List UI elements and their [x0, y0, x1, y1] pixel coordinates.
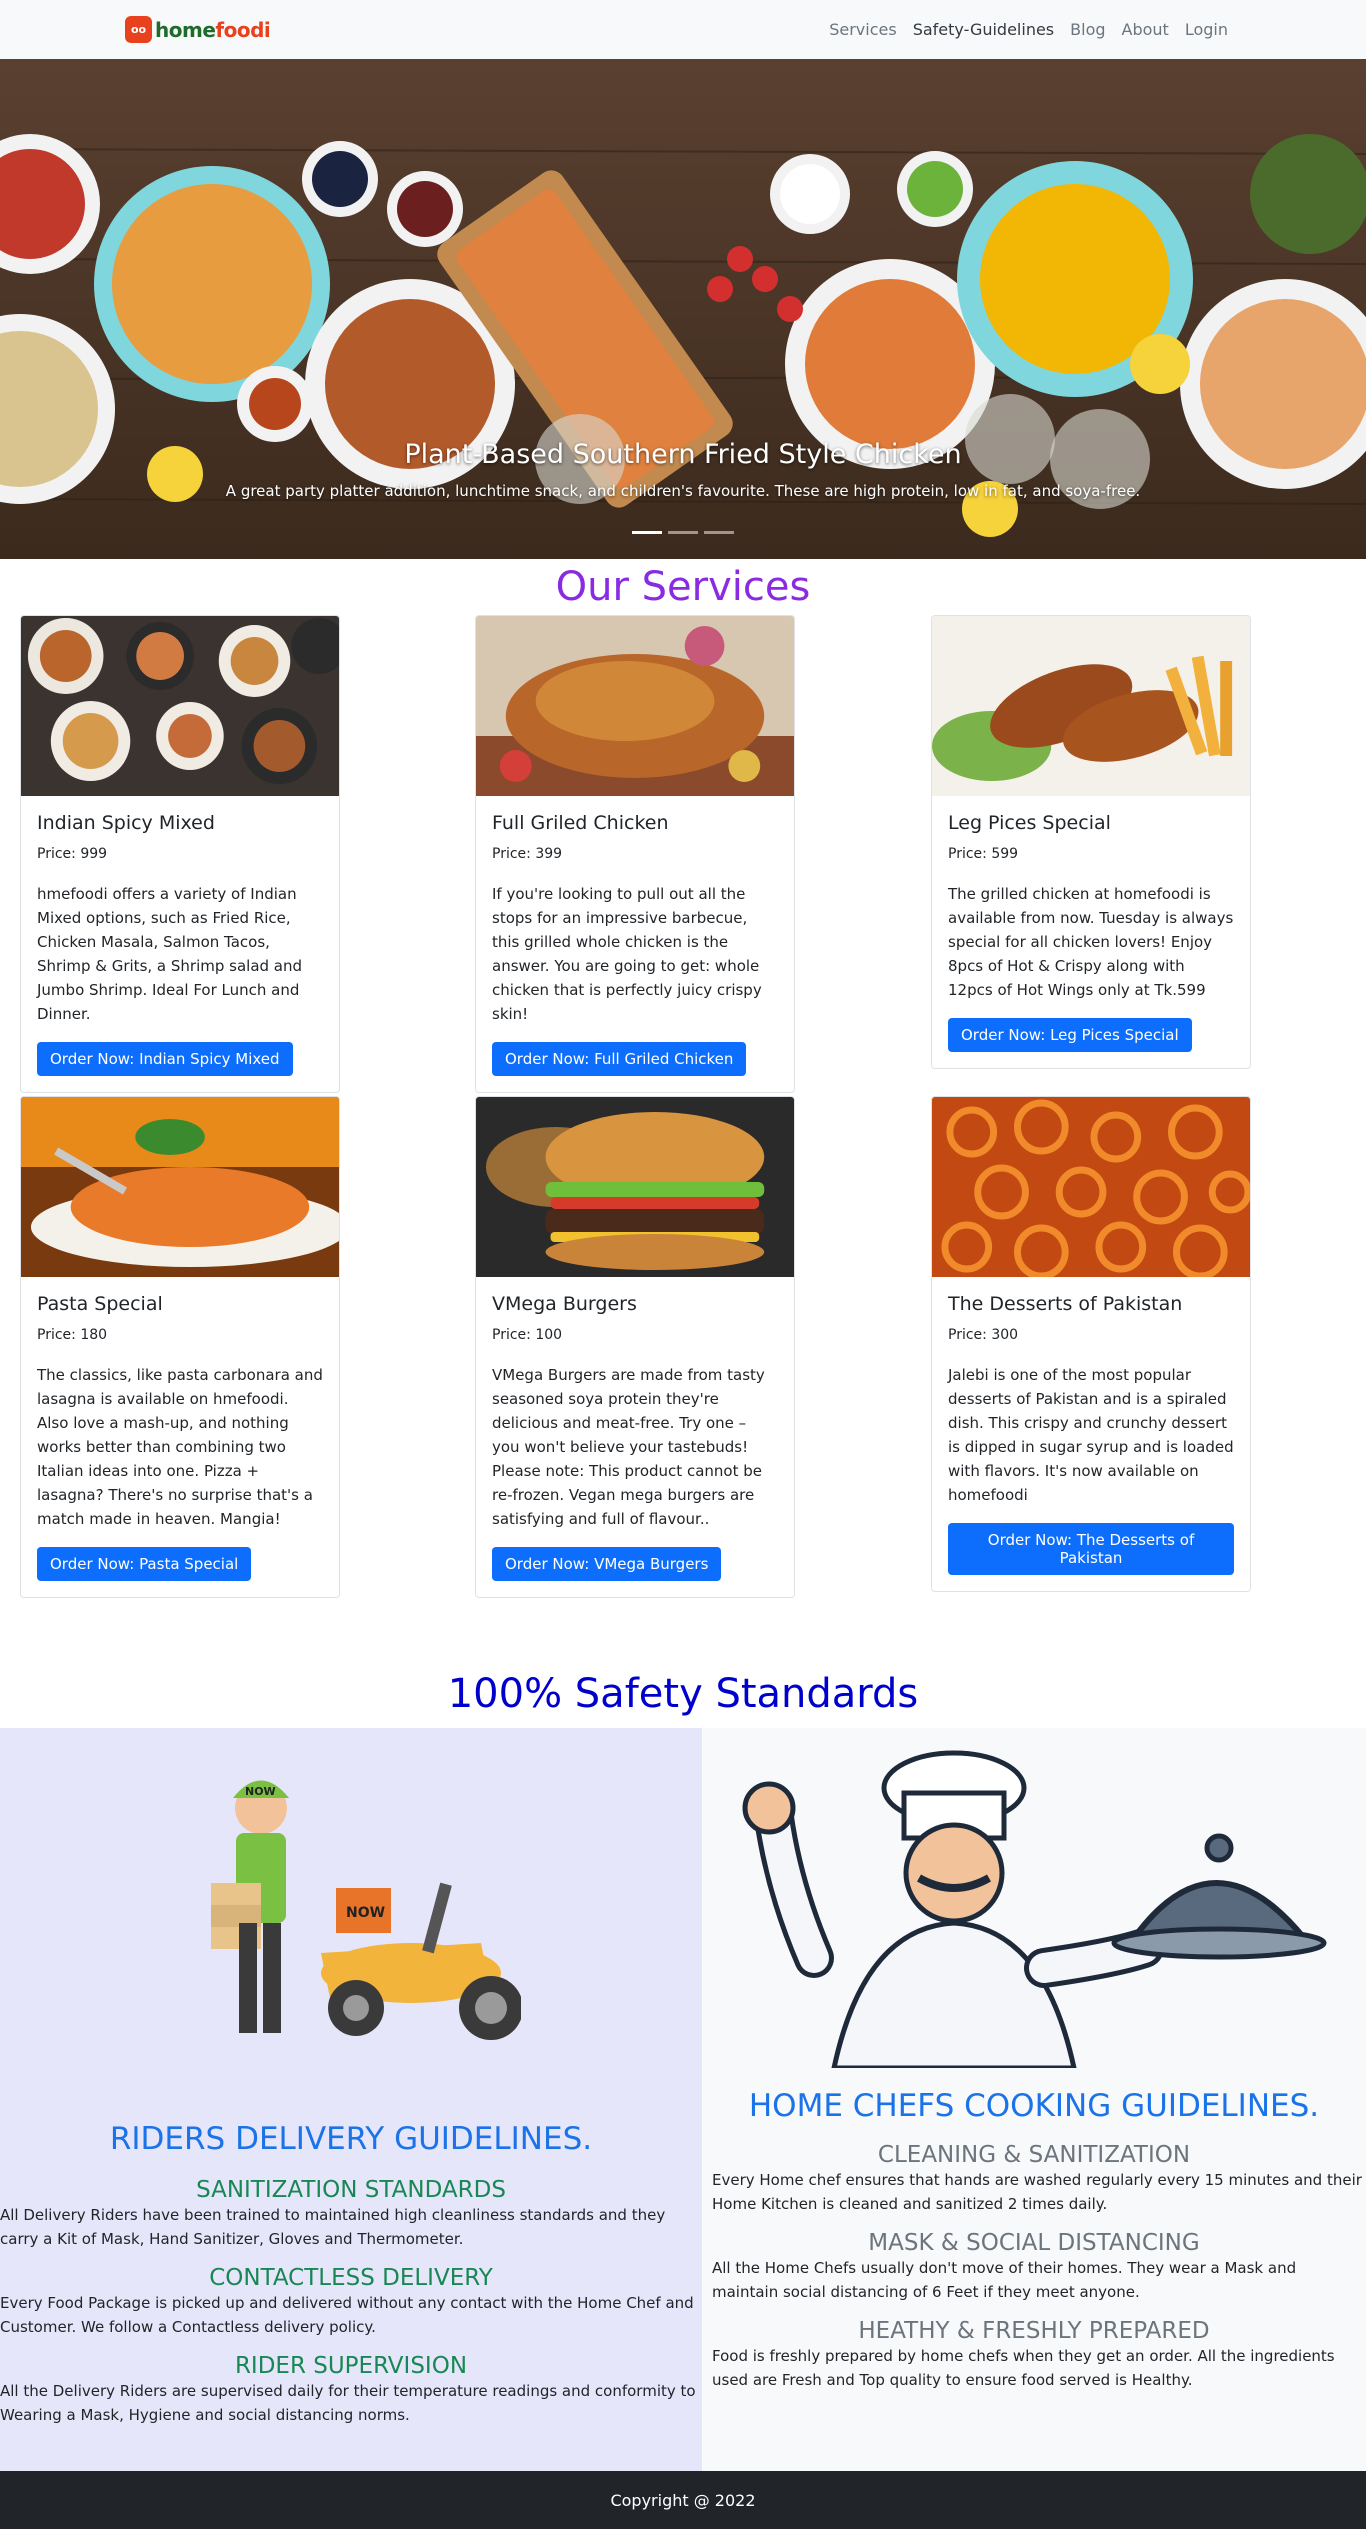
service-card-title: VMega Burgers: [492, 1293, 637, 1315]
brand-logo[interactable]: oo homefoodi: [125, 16, 271, 43]
service-card-body: Pasta Special Price: 180 The classics, l…: [21, 1277, 339, 1597]
service-card-image: [932, 616, 1250, 796]
nav-link-blog[interactable]: Blog: [1070, 20, 1105, 39]
riders-subheading: SANITIZATION STANDARDS: [196, 2177, 506, 2203]
chef-illustration: [742, 1750, 1327, 2068]
chefs-subheading: MASK & SOCIAL DISTANCING: [868, 2230, 1200, 2256]
carousel-indicators: [0, 531, 1366, 534]
carousel-indicator-2[interactable]: [668, 531, 698, 534]
service-card-body: VMega Burgers Price: 100 VMega Burgers a…: [476, 1277, 794, 1597]
brand-text: homefoodi: [155, 17, 271, 42]
nav-link-services[interactable]: Services: [829, 20, 896, 39]
service-card-image: [932, 1097, 1250, 1277]
order-now-button[interactable]: Order Now: Full Griled Chicken: [492, 1042, 747, 1076]
rider-cap-badge: NOW: [245, 1785, 276, 1798]
services-title: Our Services: [555, 564, 811, 610]
service-card-body: Full Griled Chicken Price: 399 If you're…: [476, 796, 794, 1092]
nav-link-login[interactable]: Login: [1185, 20, 1228, 39]
navbar: oo homefoodi Services Safety-Guidelines …: [0, 0, 1366, 59]
hero-carousel[interactable]: Plant-Based Southern Fried Style Chicken…: [0, 59, 1366, 559]
brand-name-part2: foodi: [215, 17, 271, 42]
service-card-price: Price: 399: [492, 846, 563, 862]
service-card-title: Indian Spicy Mixed: [37, 812, 215, 834]
safety-title: 100% Safety Standards: [447, 1671, 919, 1717]
service-card: VMega Burgers Price: 100 VMega Burgers a…: [475, 1096, 795, 1598]
riders-text: All Delivery Riders have been trained to…: [0, 2206, 666, 2248]
brand-name: homefoodi: [155, 17, 271, 42]
delivery-rider-illustration: NOW NOW: [211, 1780, 521, 2040]
service-card-image: [21, 1097, 339, 1277]
footer: Copyright @ 2022: [0, 2471, 1366, 2529]
order-now-button[interactable]: Order Now: Leg Pices Special: [948, 1018, 1192, 1052]
chefs-heading: HOME CHEFS COOKING GUIDELINES.: [748, 2088, 1320, 2124]
service-card-body: Indian Spicy Mixed Price: 999 hmefoodi o…: [21, 796, 339, 1092]
service-card-price: Price: 100: [492, 1327, 563, 1343]
service-card-title: Full Griled Chicken: [492, 812, 669, 834]
service-card: Full Griled Chicken Price: 399 If you're…: [475, 615, 795, 1093]
safety-guidelines: NOW NOW RIDERS DELIVERY GUIDELINES. SANI…: [0, 1728, 1366, 2471]
rider-box-badge: NOW: [346, 1905, 385, 1921]
copyright-text: Copyright @ 2022: [610, 2490, 756, 2510]
service-card-image: [476, 616, 794, 796]
service-card-body: The Desserts of Pakistan Price: 300 Jale…: [932, 1277, 1250, 1591]
riders-subheading: CONTACTLESS DELIVERY: [209, 2265, 493, 2291]
carousel-indicator-1[interactable]: [632, 531, 662, 534]
order-now-button[interactable]: Order Now: Pasta Special: [37, 1547, 252, 1581]
service-card-text: Jalebi is one of the most popular desser…: [948, 1366, 1234, 1504]
riders-subheading: RIDER SUPERVISION: [234, 2353, 468, 2379]
hero-text: A great party platter addition, lunchtim…: [225, 482, 1141, 500]
service-card: Indian Spicy Mixed Price: 999 hmefoodi o…: [20, 615, 340, 1093]
service-card-text: The grilled chicken at homefoodi is avai…: [948, 885, 1234, 999]
service-card-text: If you're looking to pull out all the st…: [492, 885, 762, 1023]
chefs-subheading: HEATHY & FRESHLY PREPARED: [858, 2318, 1210, 2344]
service-card-image: [21, 616, 339, 796]
riders-text: Every Food Package is picked up and deli…: [0, 2294, 694, 2336]
service-card: The Desserts of Pakistan Price: 300 Jale…: [931, 1096, 1251, 1592]
service-card-price: Price: 599: [948, 846, 1019, 862]
service-card: Pasta Special Price: 180 The classics, l…: [20, 1096, 340, 1598]
riders-guidelines: NOW NOW RIDERS DELIVERY GUIDELINES. SANI…: [0, 1728, 702, 2471]
chefs-guidelines: HOME CHEFS COOKING GUIDELINES. CLEANING …: [702, 1728, 1366, 2471]
chefs-text: Food is freshly prepared by home chefs w…: [712, 2347, 1335, 2389]
riders-text: All the Delivery Riders are supervised d…: [0, 2382, 696, 2424]
hero-title: Plant-Based Southern Fried Style Chicken: [404, 439, 962, 470]
service-card: Leg Pices Special Price: 599 The grilled…: [931, 615, 1251, 1069]
service-card-price: Price: 999: [37, 846, 108, 862]
service-card-text: VMega Burgers are made from tasty season…: [492, 1366, 765, 1528]
service-card-text: hmefoodi offers a variety of Indian Mixe…: [37, 885, 303, 1023]
carousel-indicator-3[interactable]: [704, 531, 734, 534]
service-card-image: [476, 1097, 794, 1277]
order-now-button[interactable]: Order Now: VMega Burgers: [492, 1547, 722, 1581]
service-card-text: The classics, like pasta carbonara and l…: [37, 1366, 323, 1528]
nav-links: Services Safety-Guidelines Blog About Lo…: [829, 20, 1228, 39]
service-card-price: Price: 180: [37, 1327, 108, 1343]
services-cards: Indian Spicy Mixed Price: 999 hmefoodi o…: [0, 615, 1366, 1660]
order-now-button[interactable]: Order Now: The Desserts of Pakistan: [948, 1523, 1234, 1575]
service-card-title: The Desserts of Pakistan: [948, 1293, 1183, 1315]
service-card-body: Leg Pices Special Price: 599 The grilled…: [932, 796, 1250, 1068]
service-card-price: Price: 300: [948, 1327, 1019, 1343]
chefs-text: All the Home Chefs usually don't move of…: [712, 2259, 1297, 2301]
order-now-button[interactable]: Order Now: Indian Spicy Mixed: [37, 1042, 293, 1076]
nav-link-about[interactable]: About: [1122, 20, 1169, 39]
service-card-title: Leg Pices Special: [948, 812, 1111, 834]
hero-caption: Plant-Based Southern Fried Style Chicken…: [0, 439, 1366, 500]
service-card-title: Pasta Special: [37, 1293, 163, 1315]
brand-name-part1: home: [155, 17, 216, 42]
chefs-subheading: CLEANING & SANITIZATION: [877, 2142, 1191, 2168]
chefs-text: Every Home chef ensures that hands are w…: [712, 2171, 1362, 2213]
brand-mark-icon: oo: [125, 16, 152, 43]
riders-heading: RIDERS DELIVERY GUIDELINES.: [109, 2121, 593, 2157]
nav-link-safety-guidelines[interactable]: Safety-Guidelines: [913, 20, 1054, 39]
